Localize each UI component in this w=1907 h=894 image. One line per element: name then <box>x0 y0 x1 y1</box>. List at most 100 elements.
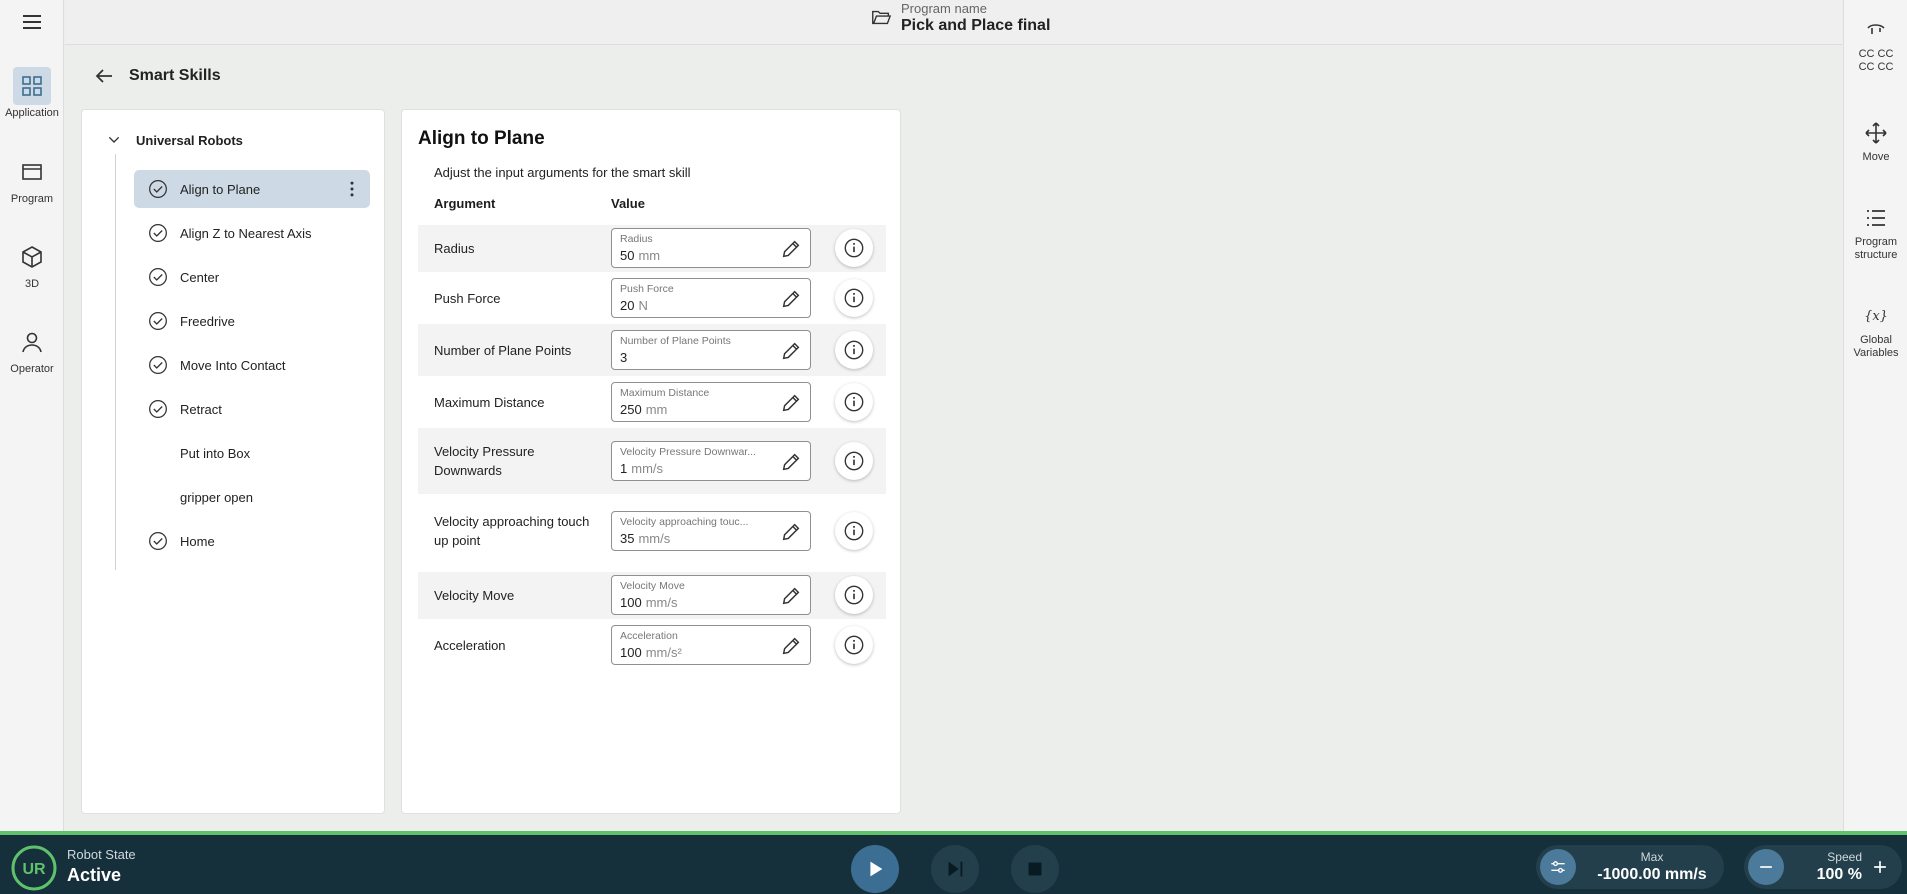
tree-item-move-into-contact[interactable]: Move Into Contact <box>134 346 370 384</box>
max-speed-control[interactable]: Max -1000.00 mm/s <box>1536 845 1724 889</box>
rail-item-3d[interactable]: 3D <box>0 238 64 290</box>
rail-program-structure-button[interactable]: Program structure <box>1844 206 1907 262</box>
info-icon <box>844 635 864 655</box>
max-label: Max <box>1640 850 1664 864</box>
play-icon <box>870 861 883 877</box>
speed-value: 100 % <box>1816 866 1862 883</box>
rail-label: Operator <box>10 363 54 375</box>
page-title: Smart Skills <box>129 67 221 84</box>
argument-row-maximum-distance: Maximum Distance Maximum Distance 250 mm <box>418 376 886 428</box>
argument-label: Number of Plane Points <box>434 342 572 358</box>
info-button[interactable] <box>835 626 873 664</box>
tree-group-universal-robots[interactable]: Universal Robots <box>106 132 243 148</box>
tcp-selector[interactable]: CC CC CC CC <box>1844 18 1907 74</box>
tree-item-label: Put into Box <box>180 445 251 461</box>
plus-icon <box>1874 861 1886 873</box>
argument-row-push-force: Push Force Push Force 20 N <box>418 272 886 324</box>
rail-label: Program <box>10 193 54 205</box>
info-button[interactable] <box>835 383 873 421</box>
rail-item-program[interactable]: Program <box>0 153 64 205</box>
velocity-approaching-touch-up-point-field[interactable]: Velocity approaching touc... 35 mm/s <box>611 511 811 551</box>
info-button[interactable] <box>835 576 873 614</box>
tree-item-label: Home <box>180 533 215 549</box>
argument-label: Push Force <box>434 290 501 306</box>
tree-item-home[interactable]: Home <box>134 522 370 560</box>
info-button[interactable] <box>835 442 873 480</box>
variable-icon: {x} <box>1864 309 1888 324</box>
tree-item-center[interactable]: Center <box>134 258 370 296</box>
rail-item-application[interactable]: Application <box>0 67 64 119</box>
program-structure-label-1: Program <box>1854 236 1898 248</box>
gripper-icon <box>1867 24 1885 34</box>
move-label: Move <box>1862 151 1890 163</box>
info-icon <box>844 585 864 605</box>
tree-item-label: Align Z to Nearest Axis <box>180 225 312 241</box>
pencil-icon[interactable] <box>780 585 802 607</box>
program-name[interactable]: Pick and Place final <box>901 17 1050 35</box>
acceleration-field[interactable]: Acceleration 100 mm/s² <box>611 625 811 665</box>
tcp-label-2: CC CC <box>1858 61 1894 73</box>
push-force-field[interactable]: Push Force 20 N <box>611 278 811 318</box>
folder-open-icon[interactable] <box>870 6 892 28</box>
argument-label: Velocity Pressure Downwards <box>434 444 535 478</box>
info-button[interactable] <box>835 512 873 550</box>
radius-field[interactable]: Radius 50 mm <box>611 228 811 268</box>
field-unit: mm/s <box>645 595 678 610</box>
tree-item-align-z-to-nearest-axis[interactable]: Align Z to Nearest Axis <box>134 214 370 252</box>
number-of-plane-points-field[interactable]: Number of Plane Points 3 <box>611 330 811 370</box>
velocity-pressure-downwards-field[interactable]: Velocity Pressure Downwar... 1 mm/s <box>611 441 811 481</box>
tree-item-freedrive[interactable]: Freedrive <box>134 302 370 340</box>
velocity-move-field[interactable]: Velocity Move 100 mm/s <box>611 575 811 615</box>
back-arrow-icon[interactable] <box>92 64 116 88</box>
global-variables-label-2: Variables <box>1853 347 1899 359</box>
stop-button[interactable] <box>1011 845 1059 893</box>
info-button[interactable] <box>835 331 873 369</box>
program-structure-label-2: structure <box>1854 249 1898 261</box>
pencil-icon[interactable] <box>780 635 802 657</box>
tree-item-align-to-plane[interactable]: Align to Plane <box>134 170 370 208</box>
person-icon <box>22 332 42 353</box>
field-label: Velocity Move <box>620 580 685 592</box>
more-vertical-icon[interactable] <box>342 179 362 199</box>
tree-item-put-into-box[interactable]: Put into Box <box>134 434 370 472</box>
svg-text:{x}: {x} <box>1864 309 1888 324</box>
right-tool-rail: CC CC CC CC Move Program structure {x} G… <box>1843 0 1907 833</box>
info-button[interactable] <box>835 229 873 267</box>
argument-row-number-of-plane-points: Number of Plane Points Number of Plane P… <box>418 324 886 376</box>
field-label: Velocity Pressure Downwar... <box>620 446 756 458</box>
field-label: Number of Plane Points <box>620 335 731 347</box>
rail-label: 3D <box>24 278 40 290</box>
tree-item-retract[interactable]: Retract <box>134 390 370 428</box>
robot-power-button[interactable]: UR <box>10 844 58 892</box>
speed-control: Speed 100 % <box>1744 845 1902 889</box>
pencil-icon[interactable] <box>780 451 802 473</box>
check-circle-icon <box>149 400 167 418</box>
pencil-icon[interactable] <box>780 392 802 414</box>
ur-logo-icon: UR <box>11 845 57 891</box>
field-label: Radius <box>620 233 653 245</box>
info-button[interactable] <box>835 279 873 317</box>
rail-label: Application <box>5 107 59 119</box>
field-value: 100 <box>620 645 642 660</box>
pencil-icon[interactable] <box>780 521 802 543</box>
field-unit: mm/s <box>631 461 664 476</box>
maximum-distance-field[interactable]: Maximum Distance 250 mm <box>611 382 811 422</box>
field-unit: mm/s <box>638 531 671 546</box>
field-value: 50 <box>620 248 635 263</box>
speed-decrease-button[interactable] <box>1748 849 1784 885</box>
speed-increase-button[interactable] <box>1862 849 1898 885</box>
top-header: Program name Pick and Place final <box>65 0 1842 45</box>
pencil-icon[interactable] <box>780 288 802 310</box>
tree-item-gripper-open[interactable]: gripper open <box>134 478 370 516</box>
rail-global-variables-button[interactable]: {x} Global Variables <box>1844 304 1907 360</box>
step-button[interactable] <box>931 845 979 893</box>
pencil-icon[interactable] <box>780 238 802 260</box>
tree-indent-line <box>115 154 116 570</box>
play-button[interactable] <box>851 845 899 893</box>
rail-item-operator[interactable]: Operator <box>0 323 64 375</box>
pencil-icon[interactable] <box>780 340 802 362</box>
field-value: 250 <box>620 402 642 417</box>
arguments-panel: Align to Plane Adjust the input argument… <box>401 109 901 814</box>
rail-move-button[interactable]: Move <box>1844 121 1907 164</box>
hamburger-menu-icon[interactable] <box>20 10 44 34</box>
